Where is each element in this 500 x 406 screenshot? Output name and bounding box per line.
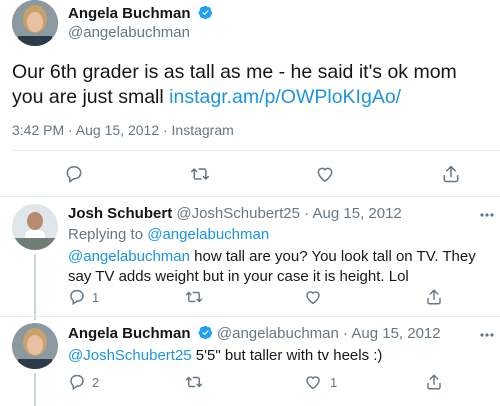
like-icon <box>306 376 320 390</box>
more-icon[interactable] <box>480 333 494 337</box>
reply-count: 1 <box>92 290 100 305</box>
like-button[interactable] <box>302 371 324 393</box>
mention-link[interactable]: @JoshSchubert25 <box>68 347 192 364</box>
more-icon[interactable] <box>480 213 494 217</box>
share-button[interactable] <box>423 286 445 308</box>
author-name[interactable]: Angela Buchman <box>68 325 191 342</box>
divider <box>0 196 500 197</box>
author-name-text[interactable]: Angela Buchman <box>68 5 191 22</box>
share-button[interactable] <box>423 371 445 393</box>
thread-line <box>34 373 36 406</box>
retweet-icon <box>185 291 203 303</box>
avatar[interactable] <box>12 204 58 250</box>
retweet-button[interactable] <box>189 163 211 185</box>
share-icon <box>443 165 459 183</box>
reply-header: Josh Schubert @JoshSchubert25 · Aug 15, … <box>68 205 402 222</box>
reply-button[interactable] <box>63 163 85 185</box>
author-name[interactable]: Josh Schubert <box>68 205 172 222</box>
author-name[interactable]: Angela Buchman <box>68 5 213 22</box>
like-icon <box>317 167 333 182</box>
avatar[interactable] <box>12 323 58 369</box>
avatar-photo <box>12 0 58 46</box>
share-icon <box>427 374 441 390</box>
retweet-button[interactable] <box>183 286 205 308</box>
divider <box>0 316 500 317</box>
author-handle[interactable]: @angelabuchman <box>68 24 190 41</box>
retweet-icon <box>185 376 203 388</box>
reply-button[interactable] <box>66 371 88 393</box>
share-button[interactable] <box>440 163 462 185</box>
replying-to: Replying to @angelabuchman <box>68 226 269 243</box>
reply-header: Angela Buchman @angelabuchman · Aug 15, … <box>68 325 441 342</box>
tweet-link[interactable]: instagr.am/p/OWPloKIgAo/ <box>169 86 401 108</box>
author-handle[interactable]: @JoshSchubert25 <box>176 205 300 222</box>
replying-to-label: Replying to <box>68 226 148 243</box>
reply-button[interactable] <box>66 286 88 308</box>
thread-line <box>34 254 36 320</box>
replying-to-handle[interactable]: @angelabuchman <box>147 226 269 243</box>
retweet-icon <box>190 168 210 180</box>
tweet-text: Our 6th grader is as tall as me - he sai… <box>12 60 492 110</box>
reply-icon <box>70 374 84 391</box>
reply-icon <box>70 289 84 306</box>
like-button[interactable] <box>314 163 336 185</box>
reply-text-body: 5'5" but taller with tv heels :) <box>191 347 383 364</box>
reply-text: @JoshSchubert25 5'5" but taller with tv … <box>68 346 486 366</box>
reply-text: @angelabuchman how tall are you? You loo… <box>68 247 486 287</box>
tweet-date[interactable]: · Aug 15, 2012 <box>343 325 441 342</box>
like-button[interactable] <box>302 286 324 308</box>
verified-icon <box>198 325 212 340</box>
tweet-meta[interactable]: 3:42 PM · Aug 15, 2012 · Instagram <box>12 122 234 138</box>
avatar-photo <box>12 204 58 250</box>
divider <box>12 150 500 151</box>
like-count: 1 <box>330 375 338 390</box>
avatar[interactable] <box>12 0 58 46</box>
reply-count: 2 <box>92 375 100 390</box>
author-handle[interactable]: @angelabuchman <box>217 325 339 342</box>
retweet-button[interactable] <box>183 371 205 393</box>
tweet-date[interactable]: · Aug 15, 2012 <box>304 205 402 222</box>
mention-link[interactable]: @angelabuchman <box>68 248 190 265</box>
share-icon <box>427 289 441 305</box>
like-icon <box>306 291 320 305</box>
avatar-photo <box>12 323 58 369</box>
reply-icon <box>66 166 82 183</box>
verified-icon <box>198 5 212 20</box>
